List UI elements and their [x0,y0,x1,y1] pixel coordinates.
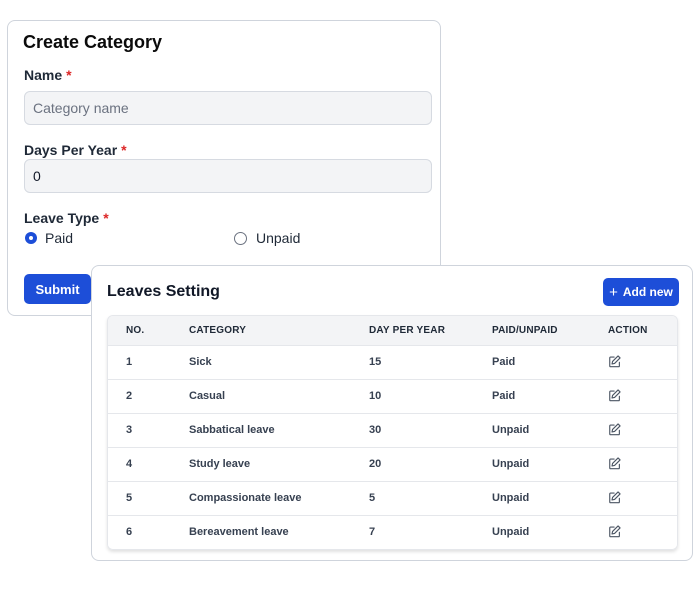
days-per-year-input[interactable] [24,159,432,193]
cell-days: 7 [369,526,376,539]
edit-icon[interactable] [608,354,622,368]
table-row: 4 Study leave 20 Unpaid [108,447,677,481]
cell-no: 1 [126,356,133,368]
edit-icon[interactable] [608,456,622,470]
plus-icon: + [609,283,618,301]
required-marker: * [103,210,109,226]
cell-type: Unpaid [492,424,530,436]
table-row: 3 Sabbatical leave 30 Unpaid [108,413,677,447]
leave-type-label-text: Leave Type [24,210,100,226]
name-label-text: Name [24,67,63,83]
col-header-type: PAID/UNPAID [492,324,558,336]
cell-days: 15 [369,356,382,368]
cell-no: 4 [126,458,133,470]
cell-days: 5 [369,492,376,504]
cell-type: Paid [492,390,516,402]
required-marker: * [66,67,72,83]
table-row: 1 Sick 15 Paid [108,345,677,379]
cell-category: Sick [189,356,212,368]
col-header-no: NO. [126,324,145,336]
col-header-action: ACTION [608,324,648,336]
cell-type: Unpaid [492,526,530,539]
leaves-table: NO. CATEGORY DAY PER YEAR PAID/UNPAID AC… [107,315,678,550]
days-label-text: Days Per Year [24,142,118,158]
cell-action [608,345,677,379]
cell-no: 6 [126,526,133,539]
leave-type-label: Leave Type * [24,210,109,226]
radio-unpaid-label: Unpaid [256,230,301,246]
create-category-title: Create Category [23,32,163,52]
cell-days: 10 [369,390,382,402]
table-header-row: NO. CATEGORY DAY PER YEAR PAID/UNPAID AC… [108,316,677,345]
radio-paid-label: Paid [45,230,74,246]
cell-category: Compassionate leave [189,492,302,504]
col-header-category: CATEGORY [189,324,247,336]
cell-category: Casual [189,390,226,402]
table-row: 6 Bereavement leave 7 Unpaid [108,515,677,549]
cell-no: 2 [126,390,133,402]
edit-icon[interactable] [608,388,622,402]
cell-action [608,481,677,515]
col-header-days: DAY PER YEAR [369,324,446,336]
leaves-setting-title: Leaves Setting [107,283,220,300]
days-per-year-label: Days Per Year * [24,142,127,158]
cell-action [608,379,677,413]
cell-category: Sabbatical leave [189,424,275,436]
edit-icon[interactable] [608,524,622,538]
cell-type: Unpaid [492,492,530,504]
radio-unchecked-icon[interactable] [234,231,247,245]
edit-icon[interactable] [608,422,622,436]
add-new-label: Add new [622,285,673,299]
required-marker: * [121,142,127,158]
cell-no: 5 [126,492,133,504]
cell-category: Study leave [189,458,251,470]
table-row: 5 Compassionate leave 5 Unpaid [108,481,677,515]
cell-type: Paid [492,356,516,368]
cell-category: Bereavement leave [189,526,289,539]
cell-days: 30 [369,424,382,436]
cell-no: 3 [126,424,133,436]
name-label: Name * [24,67,72,83]
cell-action [608,447,677,481]
cell-type: Unpaid [492,458,530,470]
submit-button[interactable]: Submit [24,274,91,304]
radio-checked-icon[interactable] [26,233,36,243]
cell-action [608,515,677,549]
table-row: 2 Casual 10 Paid [108,379,677,413]
category-name-input[interactable] [24,91,432,125]
radio-unpaid[interactable]: Unpaid [234,230,300,246]
cell-days: 20 [369,458,382,470]
leaves-setting-card: Leaves Setting + Add new NO. CATEGORY DA… [91,265,693,561]
radio-paid[interactable]: Paid [26,230,73,246]
add-new-button[interactable]: + Add new [603,278,679,306]
edit-icon[interactable] [608,490,622,504]
cell-action [608,413,677,447]
